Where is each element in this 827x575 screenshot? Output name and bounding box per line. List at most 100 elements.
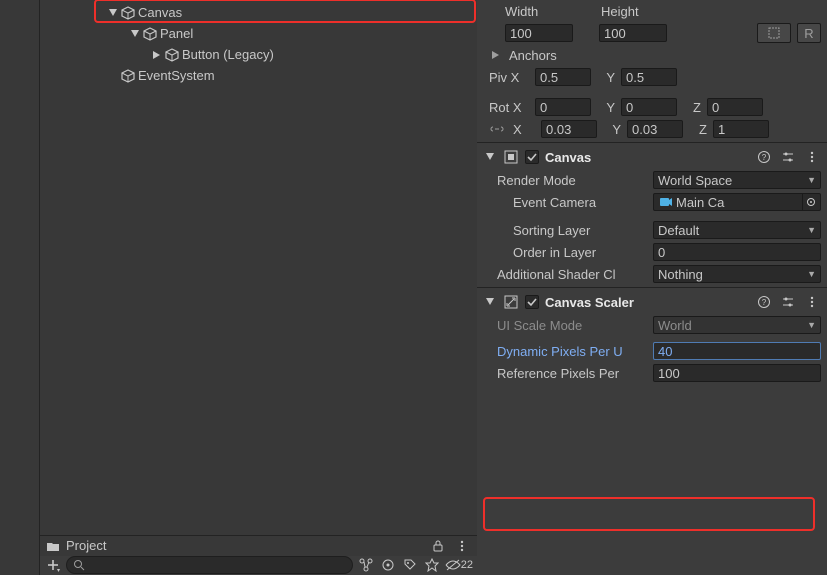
hierarchy-item-label: EventSystem: [138, 68, 215, 83]
gameobject-icon: [164, 47, 180, 63]
preset-icon[interactable]: [779, 148, 797, 166]
hierarchy-item-canvas[interactable]: Canvas: [40, 2, 477, 23]
help-icon[interactable]: ?: [755, 148, 773, 166]
hidden-count: 22: [461, 559, 473, 571]
order-in-layer-label: Order in Layer: [513, 245, 647, 260]
preset-icon[interactable]: [779, 293, 797, 311]
hidden-items-icon[interactable]: 22: [445, 556, 473, 574]
hierarchy-item-panel[interactable]: Panel: [40, 23, 477, 44]
chevron-down-icon: ▼: [807, 320, 816, 330]
component-enabled-checkbox[interactable]: [525, 295, 539, 309]
pivot-x-label: Piv X: [489, 70, 529, 85]
chevron-down-icon: ▼: [807, 225, 816, 235]
scale-x-label: X: [513, 122, 535, 137]
component-header-canvas-scaler[interactable]: Canvas Scaler ?: [477, 290, 827, 314]
raw-edit-toggle[interactable]: R: [797, 23, 821, 43]
kebab-icon[interactable]: [803, 148, 821, 166]
event-camera-value: Main Ca: [676, 195, 802, 210]
rot-x-label: Rot X: [489, 100, 529, 115]
height-label: Height: [601, 4, 691, 19]
gameobject-icon: [120, 68, 136, 84]
kebab-icon[interactable]: [453, 537, 471, 555]
rot-x-input[interactable]: [535, 98, 591, 116]
constrain-scale-icon[interactable]: [489, 123, 507, 135]
camera-icon: [659, 197, 673, 207]
help-icon[interactable]: ?: [755, 293, 773, 311]
component-header-canvas[interactable]: Canvas ?: [477, 145, 827, 169]
dynamic-pixels-input[interactable]: [653, 342, 821, 360]
height-input[interactable]: [599, 24, 667, 42]
rot-z-label: Z: [683, 100, 701, 115]
rot-y-input[interactable]: [621, 98, 677, 116]
add-button[interactable]: [44, 556, 62, 574]
foldout-icon[interactable]: [128, 27, 142, 41]
component-enabled-checkbox[interactable]: [525, 150, 539, 164]
pivot-x-input[interactable]: [535, 68, 591, 86]
svg-text:?: ?: [762, 298, 767, 307]
ui-scale-mode-select: World ▼: [653, 316, 821, 334]
event-camera-label: Event Camera: [513, 195, 647, 210]
scale-z-label: Z: [689, 122, 707, 137]
project-search-input[interactable]: [66, 556, 353, 574]
gameobject-icon: [142, 26, 158, 42]
project-toolbar: 22: [40, 556, 477, 575]
render-mode-value: World Space: [658, 173, 732, 188]
filter-type-icon[interactable]: [379, 556, 397, 574]
scale-y-label: Y: [603, 122, 621, 137]
foldout-icon[interactable]: [483, 150, 497, 164]
canvas-scaler-component-icon: [503, 294, 519, 310]
favorite-icon[interactable]: [423, 556, 441, 574]
filter-label-icon[interactable]: [401, 556, 419, 574]
activity-sidebar: [0, 0, 40, 575]
project-panel-title: Project: [66, 538, 106, 553]
order-in-layer-input[interactable]: [653, 243, 821, 261]
scale-y-input[interactable]: [627, 120, 683, 138]
object-picker-icon[interactable]: [802, 194, 818, 210]
additional-shader-label: Additional Shader Cl: [497, 267, 647, 282]
reference-pixels-input[interactable]: [653, 364, 821, 382]
pivot-y-input[interactable]: [621, 68, 677, 86]
kebab-icon[interactable]: [803, 293, 821, 311]
sorting-layer-label: Sorting Layer: [513, 223, 647, 238]
hierarchy-item-button[interactable]: Button (Legacy): [40, 44, 477, 65]
svg-text:?: ?: [762, 153, 767, 162]
hierarchy-item-label: Panel: [160, 26, 193, 41]
ui-scale-mode-label: UI Scale Mode: [497, 318, 647, 333]
foldout-icon[interactable]: [489, 48, 503, 62]
additional-shader-select[interactable]: Nothing ▼: [653, 265, 821, 283]
anchors-label: Anchors: [509, 48, 557, 63]
chevron-down-icon: ▼: [807, 175, 816, 185]
pivot-y-label: Y: [597, 70, 615, 85]
scale-z-input[interactable]: [713, 120, 769, 138]
component-title: Canvas Scaler: [545, 295, 634, 310]
lock-icon[interactable]: [429, 537, 447, 555]
hierarchy-view[interactable]: Canvas Panel Button (Legacy): [40, 0, 477, 535]
hierarchy-item-eventsystem[interactable]: EventSystem: [40, 65, 477, 86]
filter-hierarchy-icon[interactable]: [357, 556, 375, 574]
chevron-down-icon: ▼: [807, 269, 816, 279]
width-label: Width: [505, 4, 595, 19]
sorting-layer-select[interactable]: Default ▼: [653, 221, 821, 239]
hierarchy-item-label: Canvas: [138, 5, 182, 20]
project-panel-header[interactable]: Project: [40, 536, 477, 556]
gameobject-icon: [120, 5, 136, 21]
ui-scale-mode-value: World: [658, 318, 692, 333]
render-mode-label: Render Mode: [497, 173, 647, 188]
rot-y-label: Y: [597, 100, 615, 115]
event-camera-field[interactable]: Main Ca: [653, 193, 821, 211]
reference-pixels-label: Reference Pixels Per: [497, 366, 647, 381]
hierarchy-item-label: Button (Legacy): [182, 47, 274, 62]
dynamic-pixels-label: Dynamic Pixels Per U: [497, 344, 647, 359]
scale-x-input[interactable]: [541, 120, 597, 138]
component-title: Canvas: [545, 150, 591, 165]
width-input[interactable]: [505, 24, 573, 42]
blueprint-toggle[interactable]: [757, 23, 791, 43]
sorting-layer-value: Default: [658, 223, 699, 238]
rot-z-input[interactable]: [707, 98, 763, 116]
foldout-icon[interactable]: [106, 6, 120, 20]
canvas-component-icon: [503, 149, 519, 165]
inspector-panel: Width Height R Anchors Piv X: [477, 0, 827, 575]
foldout-icon[interactable]: [150, 48, 164, 62]
foldout-icon[interactable]: [483, 295, 497, 309]
render-mode-select[interactable]: World Space ▼: [653, 171, 821, 189]
